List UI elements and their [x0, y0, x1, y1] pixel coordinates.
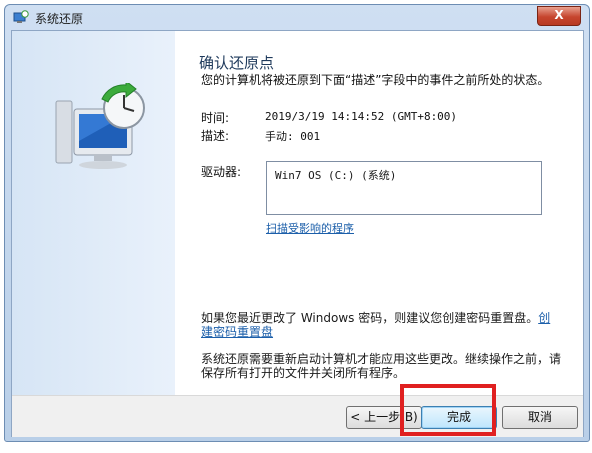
description-value: 手动: 001 — [265, 130, 321, 143]
title-bar[interactable]: 系统还原 X — [5, 5, 589, 29]
page-title: 确认还原点 — [199, 54, 275, 72]
drives-label: 驱动器: — [201, 165, 242, 179]
system-restore-icon — [13, 10, 29, 23]
description-label: 描述: — [201, 129, 230, 143]
close-button[interactable]: X — [537, 6, 581, 26]
wizard-body: 确认还原点 您的计算机将被还原到下面“描述”字段中的事件之前所处的状态。 时间:… — [11, 30, 584, 437]
window-title: 系统还原 — [35, 12, 84, 26]
password-note-text: 如果您最近更改了 Windows 密码，则建议您创建密码重置盘。 — [201, 311, 539, 325]
page-description: 您的计算机将被还原到下面“描述”字段中的事件之前所处的状态。 — [201, 73, 550, 87]
system-restore-window: 系统还原 X 确认还原点 您的计算机将被还原到下面“描述”字段中的事件之前所处的… — [4, 4, 590, 442]
time-label: 时间: — [201, 111, 230, 125]
password-reset-note: 如果您最近更改了 Windows 密码，则建议您创建密码重置盘。创建密码重置盘 — [201, 311, 561, 339]
drives-list[interactable]: Win7 OS (C:) (系统) — [266, 161, 542, 215]
time-value: 2019/3/19 14:14:52 (GMT+8:00) — [265, 110, 458, 123]
highlight-box — [400, 384, 496, 436]
illustration-pane — [12, 31, 175, 395]
cancel-button[interactable]: 取消 — [502, 406, 578, 429]
restart-warning: 系统还原需要重新启动计算机才能应用这些更改。继续操作之前，请保存所有打开的文件并… — [201, 352, 562, 380]
button-bar: < 上一步(B) 完成 取消 — [12, 395, 583, 437]
scan-affected-programs-link[interactable]: 扫描受影响的程序 — [266, 220, 354, 236]
restore-clock-illustration — [55, 83, 145, 169]
drive-item[interactable]: Win7 OS (C:) (系统) — [275, 167, 396, 183]
